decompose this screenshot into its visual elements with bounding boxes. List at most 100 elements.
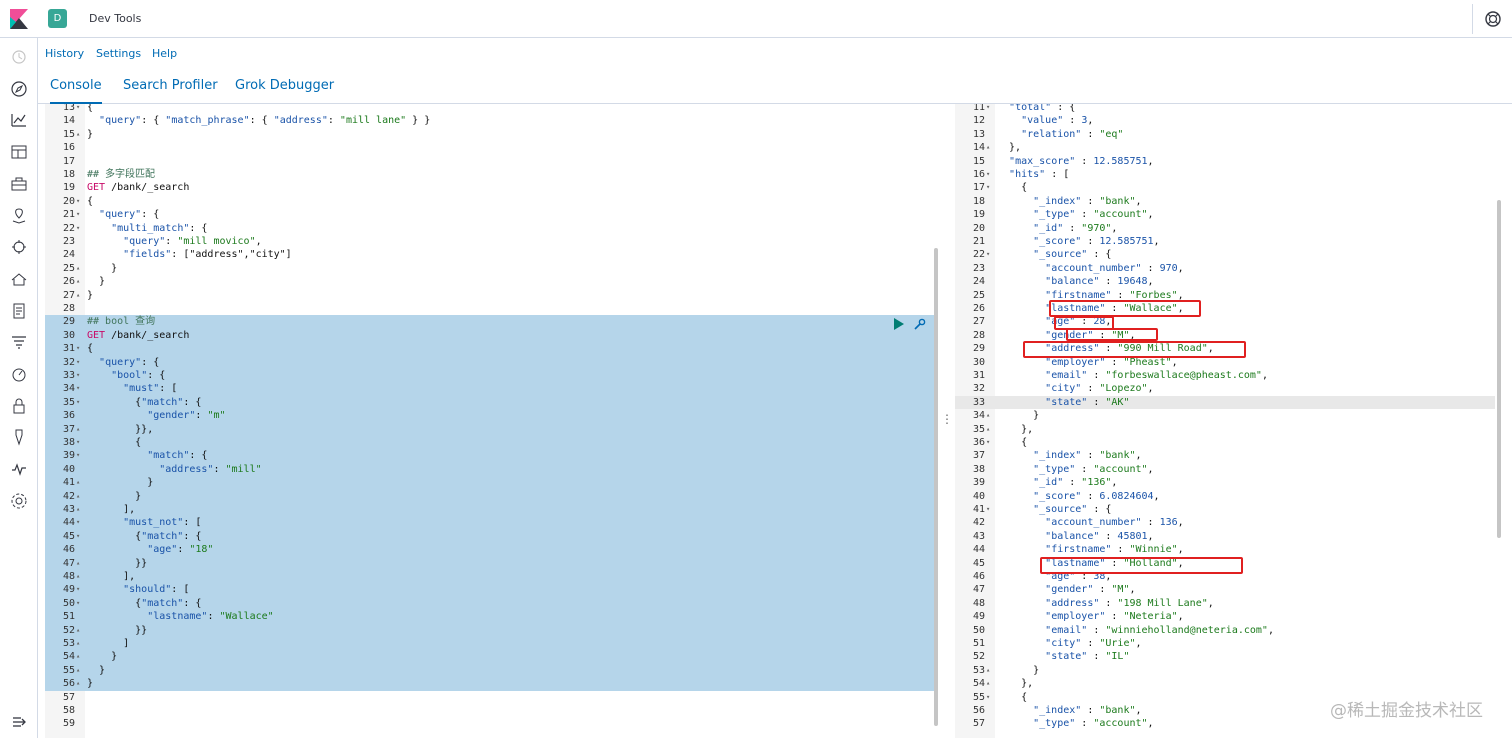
fold-toggle-icon[interactable]: ▴ [76,490,80,503]
code-text: } [87,651,118,663]
canvas-icon[interactable] [9,174,29,194]
line-number: 42 [972,517,985,529]
fold-toggle-icon[interactable]: ▾ [76,342,80,355]
tab-grok-debugger[interactable]: Grok Debugger [235,78,334,104]
management-icon[interactable] [9,491,29,511]
fold-toggle-icon[interactable]: ▾ [76,516,80,529]
menu-history[interactable]: History [45,47,84,60]
fold-toggle-icon[interactable]: ▴ [986,664,990,677]
discover-icon[interactable] [9,79,29,99]
menu-settings[interactable]: Settings [96,47,141,60]
fold-toggle-icon[interactable]: ▾ [76,195,80,208]
fold-toggle-icon[interactable]: ▴ [76,275,80,288]
fold-toggle-icon[interactable]: ▴ [76,262,80,275]
ml-icon[interactable] [9,237,29,257]
fold-toggle-icon[interactable]: ▾ [986,104,990,114]
fold-toggle-icon[interactable]: ▴ [986,423,990,436]
fold-toggle-icon[interactable]: ▴ [76,289,80,302]
fold-toggle-icon[interactable]: ▾ [986,181,990,194]
fold-toggle-icon[interactable]: ▴ [76,677,80,690]
fold-toggle-icon[interactable]: ▾ [986,248,990,261]
code-text: "should": [ [123,584,190,596]
fold-toggle-icon[interactable]: ▴ [76,624,80,637]
line-number: 36 [972,437,985,448]
line-number: 27 [62,289,75,301]
menu-help[interactable]: Help [152,47,177,60]
devtools-icon[interactable] [9,427,29,447]
line-number: 34 [62,383,75,395]
fold-toggle-icon[interactable]: ▾ [76,597,80,610]
uptime-icon[interactable] [9,364,29,384]
request-scrollbar[interactable] [934,248,938,726]
code-line: 33 ▾ "bool": { [45,369,935,383]
kibana-logo-icon[interactable] [10,9,28,29]
space-avatar[interactable]: D [48,9,67,28]
fold-toggle-icon[interactable]: ▴ [986,409,990,422]
siem-icon[interactable] [9,396,29,416]
code-line: 16 [45,141,935,154]
line-number: 46 [972,571,985,582]
fold-toggle-icon[interactable]: ▾ [76,436,80,449]
line-number: 40 [62,463,75,475]
fold-toggle-icon[interactable]: ▾ [986,503,990,516]
tab-console[interactable]: Console [50,78,102,104]
fold-toggle-icon[interactable]: ▾ [76,222,80,235]
apm-icon[interactable] [9,332,29,352]
tab-search-profiler[interactable]: Search Profiler [123,78,218,104]
fold-toggle-icon[interactable]: ▴ [76,570,80,583]
code-text: }, [997,678,1034,690]
fold-toggle-icon[interactable]: ▴ [986,141,990,154]
dashboard-icon[interactable] [9,142,29,162]
fold-toggle-icon[interactable]: ▾ [76,356,80,369]
fold-toggle-icon[interactable]: ▴ [986,677,990,690]
fold-toggle-icon[interactable]: ▾ [76,382,80,395]
fold-toggle-icon[interactable]: ▾ [76,104,80,114]
fold-toggle-icon[interactable]: ▾ [76,530,80,543]
fold-toggle-icon[interactable]: ▴ [76,664,80,677]
request-editor[interactable]: 13 ▾{14 "query": { "match_phrase": { "add… [45,104,935,738]
line-number: 46 [62,544,75,556]
fold-toggle-icon[interactable]: ▴ [76,503,80,516]
fold-toggle-icon[interactable]: ▾ [76,583,80,596]
line-number: 23 [62,236,75,247]
play-icon[interactable] [893,318,904,330]
fold-toggle-icon[interactable]: ▴ [76,423,80,436]
fold-toggle-icon[interactable]: ▾ [986,168,990,181]
recent-icon[interactable] [9,47,29,67]
code-text: } [87,289,94,301]
fold-toggle-icon[interactable]: ▴ [76,637,80,650]
code-text: }} [87,624,148,636]
code-line: 12 "value" : 3, [955,114,1495,127]
fold-toggle-icon[interactable]: ▴ [76,650,80,663]
fold-toggle-icon[interactable]: ▾ [986,691,990,704]
fold-toggle-icon[interactable]: ▾ [76,449,80,462]
fold-toggle-icon[interactable]: ▾ [986,436,990,449]
line-number: 18 [972,195,985,207]
line-number: 57 [972,718,985,730]
logs-icon[interactable] [9,301,29,321]
line-number: 32 [62,356,75,368]
code-line: 19 "_type" : "account", [955,208,1495,221]
code-line: 54 ▴ }, [955,677,1495,690]
wrench-icon[interactable] [913,318,926,331]
collapse-nav-icon[interactable] [11,714,27,730]
fold-toggle-icon[interactable]: ▴ [76,476,80,489]
code-line: 58 [45,704,935,717]
code-line: 21 "_score" : 12.585751, [955,235,1495,248]
pane-resizer-handle[interactable]: ⋮ [941,412,953,426]
monitoring-icon[interactable] [9,459,29,479]
help-menu-icon[interactable] [1484,10,1502,28]
response-scrollbar[interactable] [1497,200,1501,538]
infrastructure-icon[interactable] [9,269,29,289]
code-text: { [997,182,1028,194]
code-line: 37 "_index" : "bank", [955,449,1495,462]
fold-toggle-icon[interactable]: ▾ [76,396,80,409]
fold-toggle-icon[interactable]: ▾ [76,208,80,221]
maps-icon[interactable] [9,206,29,226]
fold-toggle-icon[interactable]: ▴ [76,128,80,141]
code-line: 45 ▾ {"match": { [45,529,935,544]
visualize-icon[interactable] [9,110,29,130]
fold-toggle-icon[interactable]: ▴ [76,557,80,570]
fold-toggle-icon[interactable]: ▾ [76,369,80,382]
code-text: "_score" : 6.0824604, [1033,490,1160,502]
